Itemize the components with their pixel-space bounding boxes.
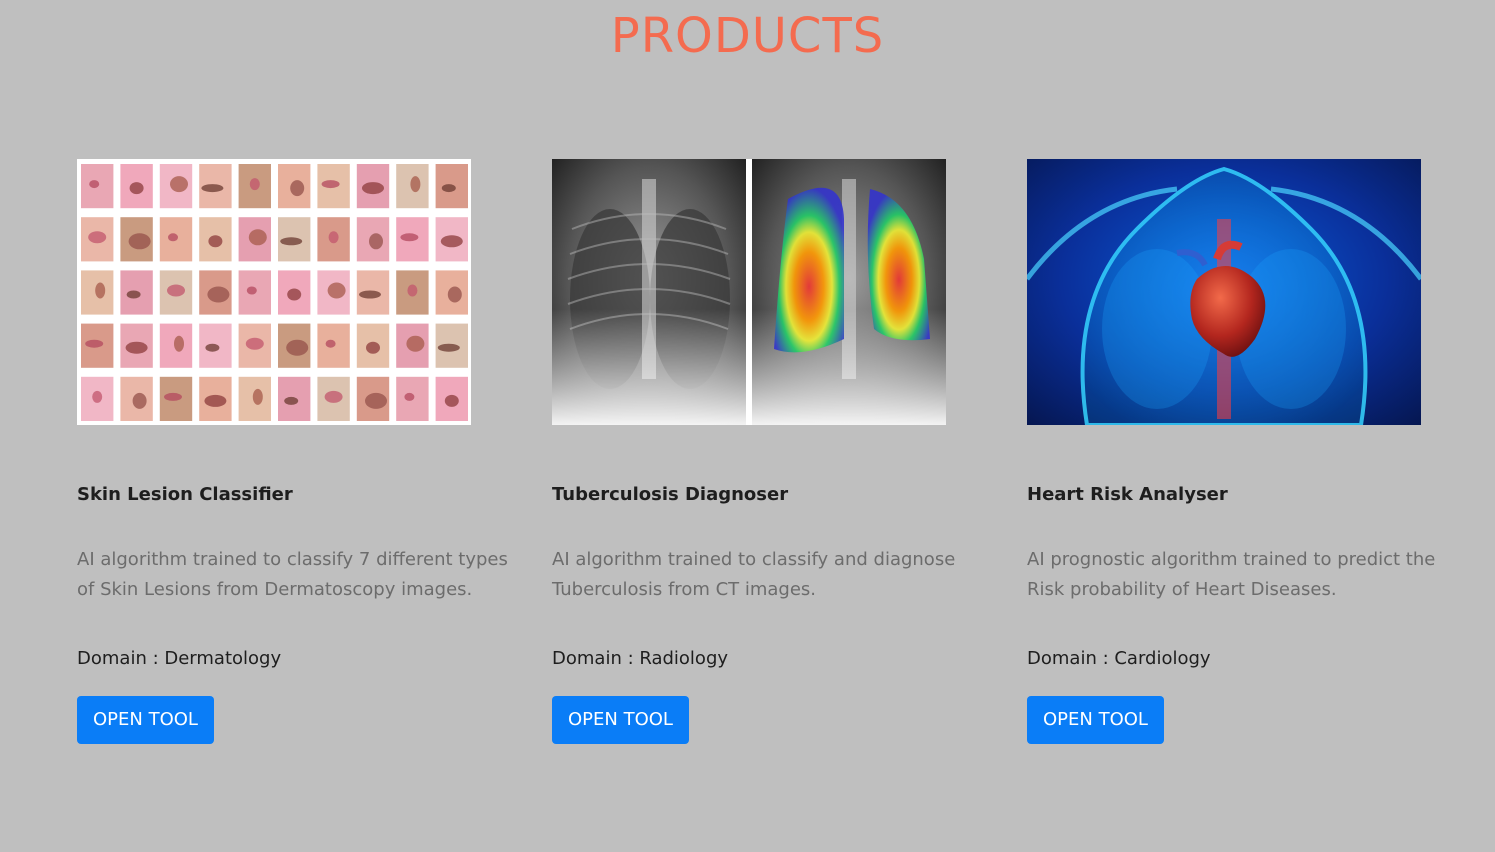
lesion-spot [407,284,418,297]
lesion-spot [201,184,224,193]
open-tool-button[interactable]: OPEN TOOL [77,696,214,744]
lesion-spot [366,341,380,354]
lesion-spot [359,290,381,299]
lesion-spot [208,235,223,248]
lesion-spot [410,176,421,193]
lesion-spot [328,231,339,244]
lesion-spot [280,237,303,246]
lesion-spot [92,390,103,403]
lesion-spot [437,343,460,352]
lesion-spot [95,282,106,299]
lesion-spot [170,176,188,193]
chest-xray-image [552,159,946,425]
lesion-spot [252,388,263,405]
lesion-spot [205,343,220,352]
lesion-spot [362,182,384,195]
heart-image [1027,159,1421,425]
lesion-spot [284,396,299,405]
lesion-spot [248,229,267,246]
product-card-skin-lesion: Skin Lesion Classifier AI algorithm trai… [77,159,517,744]
lesion-spot [132,392,147,409]
lesion-spot [129,182,144,195]
lesion-spot [404,392,415,401]
product-title: Heart Risk Analyser [1027,484,1228,505]
product-title: Tuberculosis Diagnoser [552,484,789,505]
lesion-spot [246,286,257,295]
lesion-spot [174,335,184,352]
lesion-spot [441,184,456,193]
lesion-spot [85,339,104,348]
product-card-heart-risk: Heart Risk Analyser AI prognostic algori… [1027,159,1467,744]
lesion-spot [406,335,425,352]
product-description: AI algorithm trained to classify and dia… [552,549,956,600]
lesion-spot [444,394,459,407]
open-tool-button[interactable]: OPEN TOOL [552,696,689,744]
lesion-spot [126,290,141,299]
product-description: AI algorithm trained to classify 7 diffe… [77,549,508,600]
product-domain: Domain : Dermatology [77,648,282,669]
lesion-spot [327,282,346,299]
product-domain: Domain : Cardiology [1027,648,1211,669]
lesion-spot [324,390,343,403]
lesion-spot [440,235,463,248]
product-title: Skin Lesion Classifier [77,484,293,505]
lesion-spot [245,337,264,350]
lesion-spot [287,288,302,301]
product-card-tuberculosis: Tuberculosis Diagnoser AI algorithm trai… [552,159,992,744]
lesion-spot [168,233,178,242]
open-tool-button[interactable]: OPEN TOOL [1027,696,1164,744]
lesion-spot [400,233,419,242]
lesion-spot [125,341,148,354]
lesion-spot [365,392,387,409]
lesion-spot [447,286,462,303]
product-domain: Domain : Radiology [552,648,729,669]
lesion-spot [128,233,151,250]
lesion-spot [204,394,227,407]
lesion-spot [164,392,182,401]
lesion-spot [249,178,260,191]
page-title: PRODUCTS [610,8,885,64]
lesion-spot [286,339,309,356]
lesion-spot [167,284,185,297]
lesion-spot [207,286,230,303]
lesion-spot [369,233,383,250]
lesion-spot [325,339,336,348]
dermatoscopy-image [77,159,471,425]
lesion-spot [321,180,340,189]
lesion-spot [290,180,305,197]
lesion-spot [89,180,100,189]
lesion-spot [88,231,107,244]
product-description: AI prognostic algorithm trained to predi… [1027,549,1436,600]
